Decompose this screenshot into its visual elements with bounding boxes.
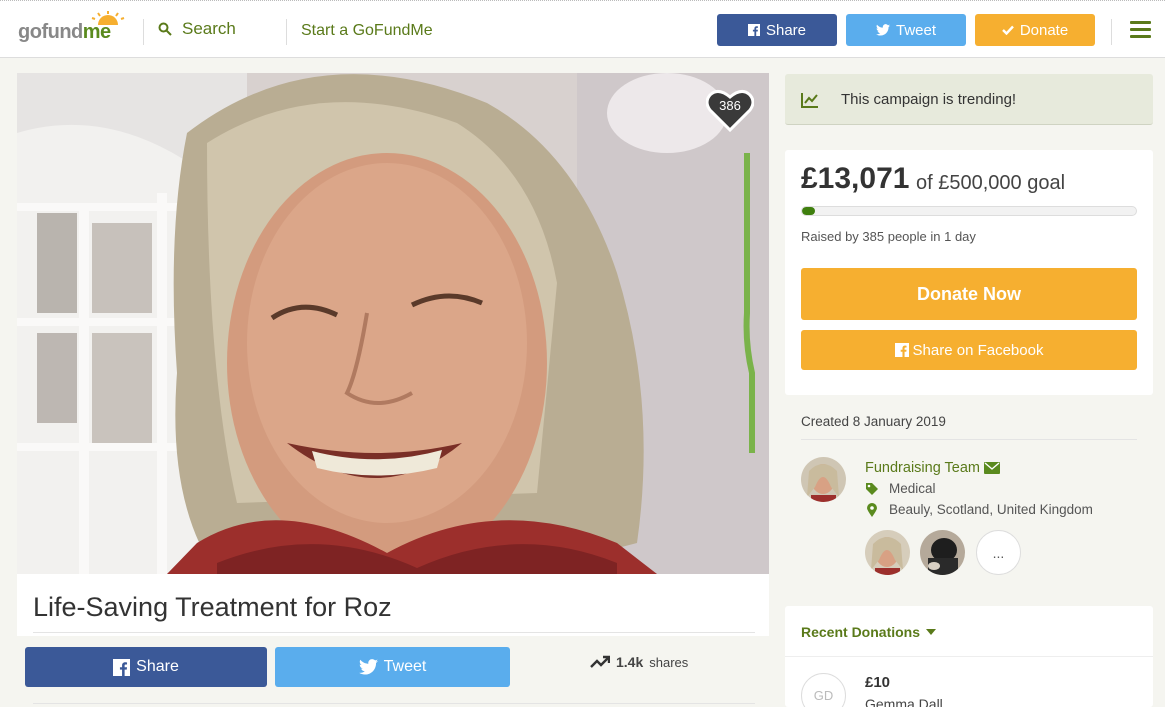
heart-count: 386: [719, 98, 741, 113]
share-button[interactable]: Share: [25, 647, 267, 687]
trending-banner: This campaign is trending!: [785, 74, 1153, 125]
title-card: Life-Saving Treatment for Roz: [17, 574, 769, 636]
header-donate-button[interactable]: Donate: [975, 14, 1095, 46]
divider: [33, 632, 755, 633]
progress-fill: [802, 207, 816, 215]
header-tweet-button[interactable]: Tweet: [846, 14, 966, 46]
donation-card: £13,071 of £500,000 goal Raised by 385 p…: [785, 150, 1153, 395]
start-gofundme-link[interactable]: Start a GoFundMe: [301, 22, 433, 40]
goal-text: of £500,000 goal: [916, 172, 1066, 194]
sun-logo-icon: [91, 11, 125, 25]
facebook-icon: [113, 658, 131, 676]
facebook-icon: [747, 24, 760, 36]
header-share-button[interactable]: Share: [717, 14, 837, 46]
organizer-link[interactable]: Fundraising Team: [865, 460, 1000, 476]
organizer-avatar[interactable]: [801, 457, 846, 502]
tag-icon: [866, 482, 878, 495]
progress-bar: [801, 206, 1137, 216]
trending-up-icon: [590, 655, 610, 668]
checkmark-icon: [1001, 25, 1014, 35]
recent-donations-card: Recent Donations GD £10 Gemma Dall: [785, 606, 1153, 707]
top-header: gofundme Search Start a GoFundMe Share T…: [0, 0, 1165, 58]
campaign-title: Life-Saving Treatment for Roz: [33, 592, 392, 622]
created-date: Created 8 January 2019: [801, 414, 946, 429]
raised-amount: £13,071: [801, 162, 910, 195]
more-team-members-button[interactable]: ...: [976, 530, 1021, 575]
trending-text: This campaign is trending!: [841, 91, 1017, 108]
facebook-icon: [894, 343, 909, 357]
campaign-photo: [17, 73, 769, 574]
team-member-avatar[interactable]: [920, 530, 965, 575]
header-divider: [143, 19, 144, 45]
tweet-button[interactable]: Tweet: [275, 647, 510, 687]
search-link[interactable]: Search: [158, 19, 236, 39]
recent-donations-toggle[interactable]: Recent Donations: [801, 624, 937, 640]
team-member-avatar[interactable]: [865, 530, 910, 575]
donation-amount: £10: [865, 674, 891, 691]
location-pin-icon: [867, 502, 877, 517]
campaign-hero-image: [17, 73, 769, 574]
header-divider: [1111, 19, 1112, 45]
category-row: Medical: [865, 481, 936, 496]
trend-chart-icon: [801, 93, 818, 108]
header-divider: [286, 19, 287, 45]
twitter-icon: [875, 24, 890, 36]
envelope-icon[interactable]: [984, 462, 1000, 474]
raised-by-text: Raised by 385 people in 1 day: [801, 229, 976, 244]
shares-count: 1.4k shares: [590, 654, 688, 670]
location-row: Beauly, Scotland, United Kingdom: [865, 502, 1093, 517]
donor-avatar: GD: [801, 673, 846, 707]
gofundme-logo[interactable]: gofundme: [18, 11, 126, 45]
share-on-facebook-button[interactable]: Share on Facebook: [801, 330, 1137, 370]
caret-down-icon: [926, 629, 937, 635]
divider: [785, 656, 1153, 657]
divider: [33, 703, 755, 704]
twitter-icon: [358, 659, 378, 675]
donor-name: Gemma Dall: [865, 696, 943, 707]
divider: [801, 439, 1137, 440]
search-label: Search: [182, 19, 236, 38]
hamburger-menu-icon[interactable]: [1130, 21, 1151, 42]
search-icon: [158, 22, 172, 36]
donate-now-button[interactable]: Donate Now: [801, 268, 1137, 320]
